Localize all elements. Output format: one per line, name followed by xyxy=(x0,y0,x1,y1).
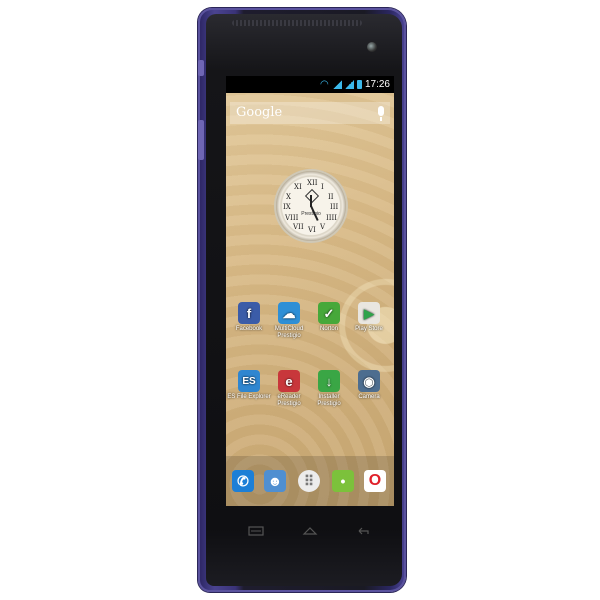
wifi-icon: ◠ xyxy=(319,79,329,90)
home-icon[interactable] xyxy=(302,526,318,536)
opera-icon[interactable]: O xyxy=(364,470,386,492)
clock-numeral: VI xyxy=(308,226,316,234)
volume-button xyxy=(198,120,204,160)
analog-clock-widget[interactable]: XII I II III IIII V VI VII VIII IX X XI … xyxy=(276,171,346,241)
cloud-shield-icon: ☁ xyxy=(278,302,300,324)
dock: ✆ ☻ ⠿ • O xyxy=(226,456,394,506)
menu-icon[interactable] xyxy=(248,526,264,536)
contacts-icon[interactable]: ☻ xyxy=(264,470,286,492)
installer-icon: ↓ xyxy=(318,370,340,392)
status-time: 17:26 xyxy=(364,79,390,90)
home-screen: ◠ 17:26 Google XII I II III IIII V VI VI… xyxy=(226,76,394,506)
clock-brand: Prestigio xyxy=(301,211,321,217)
app-label: Camera xyxy=(358,394,380,400)
status-bar: ◠ 17:26 xyxy=(226,76,394,93)
messaging-icon[interactable]: • xyxy=(332,470,354,492)
clock-numeral: V xyxy=(320,223,326,231)
clock-numeral: XII xyxy=(307,179,318,187)
facebook-icon: f xyxy=(238,302,260,324)
google-logo: Google xyxy=(236,105,283,120)
play-store-icon: ▶ xyxy=(358,302,380,324)
clock-numeral: X xyxy=(286,193,291,201)
battery-icon xyxy=(356,80,362,89)
power-button xyxy=(198,60,204,76)
app-label: Play Store xyxy=(355,326,383,332)
signal-icon-2 xyxy=(344,80,354,89)
google-search-bar[interactable]: Google xyxy=(230,102,390,124)
earpiece-speaker xyxy=(232,20,362,26)
microphone-icon[interactable] xyxy=(378,106,384,121)
es-file-explorer-icon: ES xyxy=(238,370,260,392)
app-play-store[interactable]: ▶ Play Store xyxy=(346,302,392,333)
ereader-icon: e xyxy=(278,370,300,392)
clock-numeral: IX xyxy=(283,203,291,211)
clock-numeral: VII xyxy=(293,223,304,231)
back-icon[interactable] xyxy=(356,526,372,536)
navigation-bar xyxy=(226,512,394,552)
signal-icon xyxy=(332,80,342,89)
all-apps-icon[interactable]: ⠿ xyxy=(298,470,320,492)
prestigio-logo-icon xyxy=(304,188,320,204)
phone-icon[interactable]: ✆ xyxy=(232,470,254,492)
front-camera-icon xyxy=(367,42,377,52)
norton-shield-icon: ✓ xyxy=(318,302,340,324)
clock-numeral: III xyxy=(330,203,339,211)
camera-icon: ◉ xyxy=(358,370,380,392)
clock-numeral: II xyxy=(328,193,334,201)
clock-numeral: XI xyxy=(294,183,302,191)
app-camera[interactable]: ◉ Camera xyxy=(346,370,392,401)
clock-numeral: I xyxy=(321,183,324,191)
